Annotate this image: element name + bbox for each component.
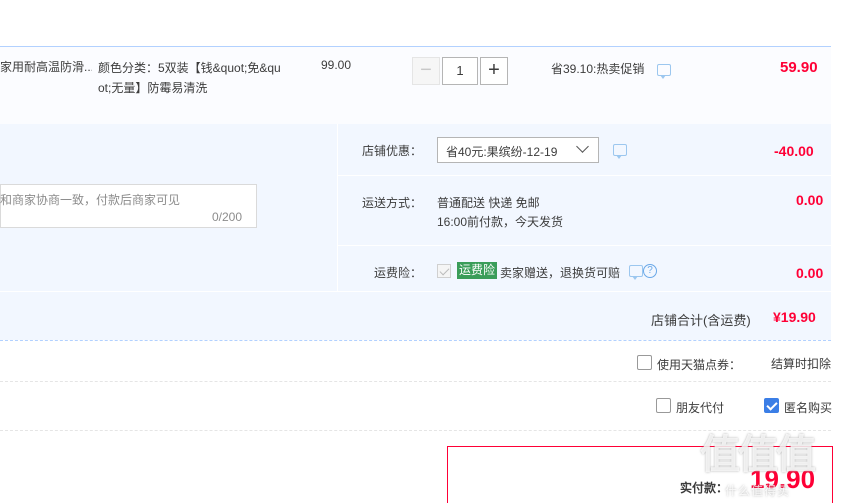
buyer-message-count: 0/200 <box>212 210 243 224</box>
shipping-fee: 0.00 <box>796 192 824 208</box>
shipping-method: 普通配送 快递 免邮 <box>437 196 540 210</box>
insurance-checkbox[interactable] <box>437 264 451 278</box>
shipping-note: 16:00前付款，今天发货 <box>437 215 564 229</box>
shop-discount-amount: -40.00 <box>774 143 814 159</box>
item-title[interactable]: 家用耐高温防滑... <box>0 58 92 75</box>
tmall-coupon-note: 结算时扣除 <box>771 357 832 371</box>
divider <box>0 381 831 382</box>
shop-discount-label: 店铺优惠： <box>362 144 423 158</box>
chat-bubble-icon[interactable] <box>629 265 643 280</box>
item-total-price: 59.90 <box>780 59 818 76</box>
shop-discount-selected: 省40元:果缤纷-12-19 <box>446 145 558 159</box>
divider <box>0 340 831 341</box>
buyer-message-placeholder: 和商家协商一致，付款后商家可见 <box>0 193 181 207</box>
divider <box>337 175 831 176</box>
watermark-logo: 值值值 <box>700 433 816 477</box>
item-unit-price: 99.00 <box>321 58 352 72</box>
shipping-label: 运送方式： <box>362 196 423 210</box>
quantity-input[interactable]: 1 <box>442 57 478 85</box>
friend-pay-label: 朋友代付 <box>676 401 725 415</box>
shop-subtotal-value: ¥19.90 <box>773 309 816 325</box>
friend-pay-checkbox[interactable] <box>656 398 671 413</box>
item-promo-text: 省39.10:热卖促销 <box>551 62 645 76</box>
tmall-coupon-checkbox[interactable] <box>637 355 652 370</box>
insurance-text: 卖家赠送，退换货可赔 <box>500 266 621 280</box>
quantity-increase-button[interactable]: + <box>480 57 508 85</box>
quantity-decrease-button[interactable]: − <box>412 57 440 85</box>
help-icon[interactable]: ? <box>643 264 657 278</box>
chat-bubble-icon[interactable] <box>657 64 671 79</box>
anonymous-purchase-label: 匿名购买 <box>784 401 833 415</box>
chat-bubble-icon[interactable] <box>613 144 627 159</box>
insurance-label: 运费险： <box>374 266 423 280</box>
divider <box>337 245 831 246</box>
item-sku: 颜色分类：5双装【钱&quot;免&quot;无量】防霉易清洗 <box>98 61 281 95</box>
tmall-coupon-label: 使用天猫点券： <box>657 358 742 372</box>
insurance-badge: 运费险 <box>457 262 498 279</box>
insurance-fee: 0.00 <box>796 265 824 281</box>
shop-subtotal-label: 店铺合计(含运费) <box>651 313 751 328</box>
payment-label: 实付款： <box>680 481 729 495</box>
watermark-site: 什么值得买 <box>725 484 791 498</box>
anonymous-purchase-checkbox[interactable] <box>764 398 779 413</box>
